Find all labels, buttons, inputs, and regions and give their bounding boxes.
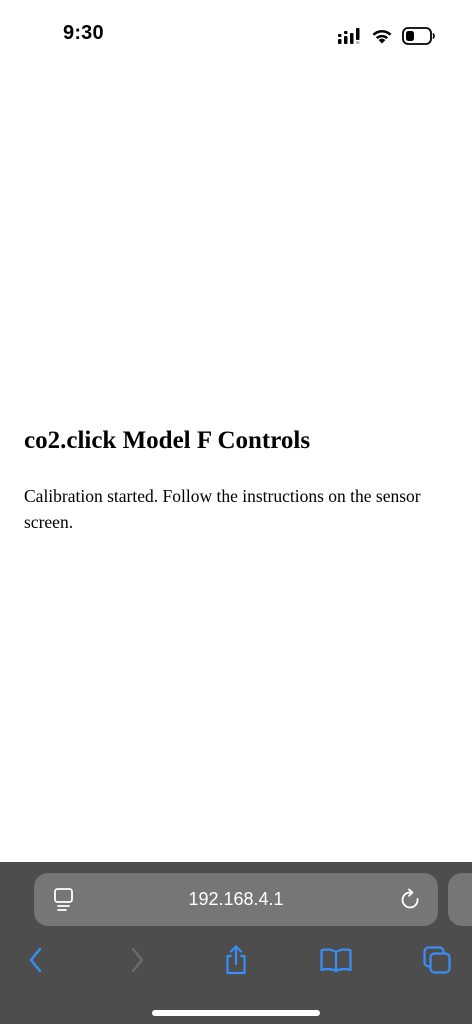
address-bar[interactable]: 192.168.4.1 [34,873,438,926]
calibration-message: Calibration started. Follow the instruct… [24,486,421,532]
share-icon[interactable] [216,940,256,980]
status-icons [338,23,436,49]
url-text[interactable]: 192.168.4.1 [94,873,378,926]
navigation-row [0,940,472,980]
battery-icon [402,27,436,45]
reload-icon[interactable] [400,888,422,917]
cellular-signal-icon [338,28,362,44]
forward-icon[interactable] [117,940,157,980]
next-tab-address-bar[interactable] [448,873,472,926]
wifi-icon [371,28,393,44]
status-time: 9:30 [63,22,104,44]
status-bar: 9:30 [0,0,472,70]
page-title: co2.click Model F Controls [24,427,311,454]
page-settings-icon[interactable] [53,887,75,918]
tabs-icon[interactable] [417,940,457,980]
back-icon[interactable] [16,940,56,980]
home-indicator [152,1010,320,1016]
web-page: co2.click Model F Controls Calibration s… [0,70,472,862]
bookmarks-icon[interactable] [316,940,356,980]
browser-toolbar: 192.168.4.1 [0,862,472,1024]
